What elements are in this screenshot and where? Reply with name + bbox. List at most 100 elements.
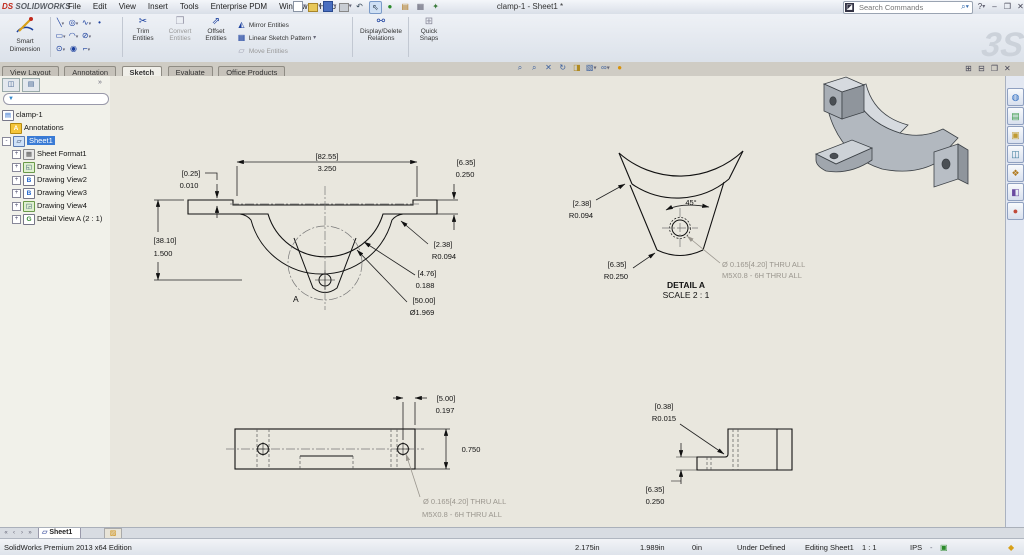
dim-height075[interactable]: 0.750 [462, 445, 481, 454]
view-palette-icon[interactable]: ◫ [1007, 145, 1024, 163]
dim-side-fillet-mm[interactable]: [0.38] [655, 402, 674, 411]
circle-tool-icon[interactable]: ◎▾ [67, 17, 80, 28]
save-icon[interactable]: ▾ [323, 1, 334, 12]
convert-entities-button[interactable]: ❐ Convert Entities [162, 16, 198, 59]
dim-detail-fillet-mm[interactable]: [2.38] [573, 199, 592, 208]
units-selector[interactable]: IPS [910, 543, 922, 552]
minimize-button[interactable]: – [988, 1, 1001, 13]
file-explorer-icon[interactable]: ▣ [1007, 126, 1024, 144]
dim-band-in[interactable]: 0.188 [416, 281, 435, 290]
detail-view-a[interactable] [619, 151, 743, 256]
arc-tool-icon[interactable]: ◠▾ [67, 30, 80, 41]
property-manager-tab[interactable]: ▤ [22, 78, 40, 92]
rotate-view-icon[interactable]: ↻ [557, 63, 569, 72]
dim-side-fillet-in[interactable]: R0.015 [652, 414, 676, 423]
menu-edit[interactable]: Edit [87, 0, 113, 13]
doc-restore-icon[interactable]: ❐ [989, 63, 1000, 75]
display-delete-relations-button[interactable]: ⚯ Display/Delete Relations [356, 16, 406, 59]
hole-callout-top-line1[interactable]: Ø 0.165[4.20] THRU ALL [423, 497, 506, 506]
linear-sketch-pattern-button[interactable]: ▦ Linear Sketch Pattern ▾ [236, 31, 316, 44]
collapse-box-icon[interactable]: - [2, 137, 11, 146]
tag-icon[interactable]: ▣ [940, 543, 948, 552]
spline-tool-icon[interactable]: ∿▾ [80, 17, 93, 28]
dim-tip-in[interactable]: R0.250 [604, 272, 628, 281]
front-view[interactable] [188, 200, 437, 293]
expand-box-icon[interactable]: + [12, 163, 21, 172]
dim-bore-in[interactable]: Ø1.969 [410, 308, 435, 317]
tree-root-clamp1[interactable]: ▤clamp-1 [2, 108, 43, 121]
move-entities-button[interactable]: ▱ Move Entities [236, 44, 316, 57]
dim-step-in[interactable]: 0.010 [180, 181, 199, 190]
front-view-dimensions[interactable]: [82.55] 3.250 [0.25] 0.010 [38.10] 1.500… [154, 152, 476, 317]
tree-item-sheet-format1[interactable]: +▦Sheet Format1 [12, 147, 87, 160]
zoom-area-icon[interactable]: ⌕ [528, 63, 540, 73]
side-view-dimensions[interactable]: [0.38] R0.015 [6.35] 0.250 [646, 402, 724, 506]
solidworks-resources-icon[interactable]: ◍ [1007, 88, 1024, 106]
point-tool-icon[interactable]: • [93, 17, 106, 28]
text-tool-icon[interactable]: ◉ [67, 43, 80, 54]
dim-width-in[interactable]: 3.250 [318, 164, 337, 173]
tree-item-annotations[interactable]: AAnnotations [10, 121, 64, 134]
dim-edge-mm[interactable]: [5.00] [437, 394, 456, 403]
expand-box-icon[interactable]: + [12, 202, 21, 211]
dim-thick-in[interactable]: 0.250 [456, 170, 475, 179]
fillet-tool-icon[interactable]: ⌐▾ [80, 43, 93, 54]
tree-item-drawing-view2[interactable]: +BDrawing View2 [12, 173, 87, 186]
panel-chevron-icon[interactable]: » [98, 79, 102, 86]
appearances-icon[interactable]: ❖ [1007, 164, 1024, 182]
hole-callout-line1[interactable]: Ø 0.165[4.20] THRU ALL [722, 260, 805, 269]
doc-close-icon[interactable]: ✕ [1002, 63, 1013, 75]
expand-box-icon[interactable]: + [12, 189, 21, 198]
zoom-fit-icon[interactable]: ⌕ [514, 63, 526, 73]
tree-filter-box[interactable]: ▼ [3, 93, 109, 105]
tree-item-sheet1[interactable]: -▱Sheet1 [2, 134, 55, 147]
detail-view-dimensions[interactable]: 45° [2.38] R0.094 [6.35] R0.250 Ø 0.165[… [569, 184, 805, 300]
restore-button[interactable]: ❐ [1001, 1, 1014, 13]
quick-snaps-button[interactable]: ⊞ Quick Snaps [412, 16, 446, 59]
hole-callout-top-line2[interactable]: M5X0.8 - 6H THRU ALL [422, 510, 502, 519]
dim-side-thick-mm[interactable]: [6.35] [646, 485, 665, 494]
menu-view[interactable]: View [113, 0, 142, 13]
units-dropdown[interactable]: - [930, 543, 933, 552]
view-settings-icon[interactable]: ● [614, 63, 626, 72]
dim-angle[interactable]: 45° [685, 198, 696, 207]
drawing-sheet-canvas[interactable]: [82.55] 3.250 [0.25] 0.010 [38.10] 1.500… [110, 76, 1024, 527]
dim-step-mm[interactable]: [0.25] [182, 169, 201, 178]
dim-fillet-mm[interactable]: [2.38] [434, 240, 453, 249]
smart-dimension-button[interactable]: Smart Dimension [2, 16, 48, 59]
dim-width-mm[interactable]: [82.55] [316, 152, 339, 161]
select-cursor-icon[interactable]: ⇖ [369, 1, 380, 12]
design-library-icon[interactable]: ▤ [1007, 107, 1024, 125]
dim-fillet-in[interactable]: R0.094 [432, 252, 456, 261]
doc-new-window-icon[interactable]: ⊞ [963, 63, 974, 75]
nav-last-icon[interactable]: » [26, 528, 34, 538]
previous-view-icon[interactable]: ✕ [542, 63, 554, 72]
slot-tool-icon[interactable]: ⊙▾ [54, 43, 67, 54]
dim-height-in[interactable]: 1.500 [154, 249, 173, 258]
menu-file[interactable]: File [62, 0, 87, 13]
isometric-view[interactable] [816, 77, 968, 187]
search-input[interactable] [857, 2, 957, 13]
section-view-icon[interactable]: ◨ [571, 63, 583, 72]
mirror-entities-button[interactable]: ◭ Mirror Entities [236, 18, 316, 31]
dim-height-mm[interactable]: [38.10] [154, 236, 177, 245]
dim-tip-mm[interactable]: [6.35] [608, 260, 627, 269]
detail-circle-label[interactable]: A [293, 294, 299, 304]
display-style-icon[interactable]: ▧▾ [585, 63, 597, 72]
feature-tree-tab[interactable]: ◫ [2, 78, 20, 92]
search-icon[interactable]: ⌕▾ [961, 2, 969, 12]
menu-insert[interactable]: Insert [142, 0, 174, 13]
line-tool-icon[interactable]: ╲▾ [54, 17, 67, 28]
search-commands-box[interactable]: ◪ ⌕▾ [843, 1, 973, 14]
dim-bore-mm[interactable]: [50.00] [413, 296, 436, 305]
tree-item-drawing-view3[interactable]: +BDrawing View3 [12, 186, 87, 199]
dim-band-mm[interactable]: [4.76] [418, 269, 437, 278]
offset-entities-button[interactable]: ⇗ Offset Entities [200, 16, 232, 59]
tree-item-detail-view-a[interactable]: +GDetail View A (2 : 1) [12, 212, 102, 225]
expand-box-icon[interactable]: + [12, 150, 21, 159]
doc-minimize-icon[interactable]: ⊟ [976, 63, 987, 75]
close-button[interactable]: ✕ [1014, 1, 1024, 13]
custom-properties-icon[interactable]: ◧ [1007, 183, 1024, 201]
expand-box-icon[interactable]: + [12, 176, 21, 185]
tree-item-drawing-view1[interactable]: +◱Drawing View1 [12, 160, 87, 173]
